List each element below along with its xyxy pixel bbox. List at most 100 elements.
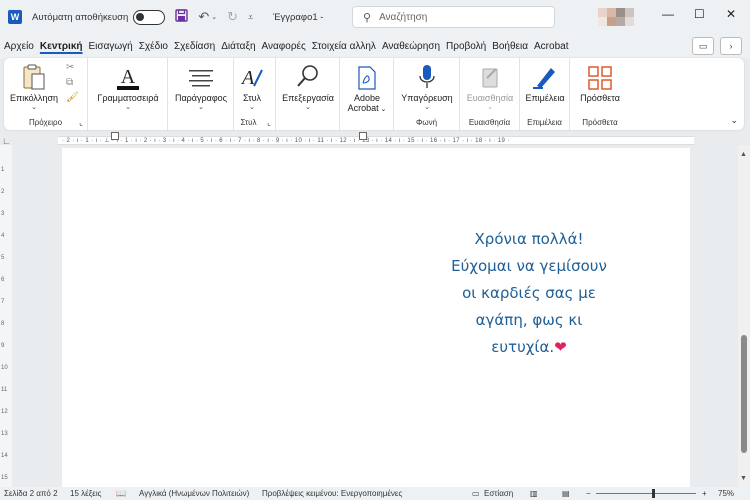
print-layout-icon[interactable]: ▤	[562, 489, 570, 498]
chevron-down-icon: ⌄	[424, 104, 430, 111]
styles-icon: A	[234, 62, 270, 90]
save-icon[interactable]	[175, 9, 189, 25]
menu-draw[interactable]: Σχέδιο	[137, 41, 170, 52]
scroll-down-icon[interactable]: ▼	[740, 475, 747, 482]
vertical-scrollbar[interactable]: ▲ ▼	[738, 145, 750, 487]
group-sensitivity: Ευαισθησία ⌄ Ευαισθησία	[460, 58, 520, 130]
group-clipboard: Επικόλληση ⌄ ✂ ⧉ 🖌 Πρόχειρο ⌞	[4, 58, 88, 130]
sensitivity-icon	[460, 62, 520, 90]
menu-help[interactable]: Βοήθεια	[490, 41, 530, 52]
menu-references[interactable]: Αναφορές	[260, 41, 308, 52]
menu-insert[interactable]: Εισαγωγή	[87, 41, 135, 52]
menu-file[interactable]: Αρχείο	[2, 41, 36, 52]
zoom-level[interactable]: 75%	[718, 489, 734, 498]
paragraph-button[interactable]: Παράγραφος ⌄	[168, 62, 234, 112]
word-logo-icon: W	[8, 10, 22, 24]
text-predictions-status[interactable]: Προβλέψεις κειμένου: Ενεργοποιημένες	[262, 489, 402, 498]
magnifier-icon	[276, 62, 340, 90]
minimize-icon[interactable]: —	[662, 7, 674, 21]
chevron-down-icon: ⌄	[249, 104, 255, 111]
font-button[interactable]: A Γραμματοσειρά ⌄	[88, 62, 168, 112]
paste-icon	[10, 62, 58, 90]
editing-button[interactable]: Επεξεργασία ⌄	[276, 62, 340, 112]
focus-icon[interactable]: ▭	[472, 489, 480, 498]
adobe-acrobat-button[interactable]: Adobe Acrobat ⌄	[340, 62, 394, 113]
chevron-right-icon: ›	[729, 41, 733, 51]
page-count[interactable]: Σελίδα 2 από 2	[4, 489, 58, 498]
menu-mailings[interactable]: Στοιχεία αλληλ	[310, 41, 378, 52]
word-count[interactable]: 15 λέξεις	[70, 489, 101, 498]
sensitivity-button[interactable]: Ευαισθησία ⌄	[460, 62, 520, 112]
scrollbar-thumb[interactable]	[741, 335, 747, 453]
menu-home[interactable]: Κεντρική	[38, 41, 85, 52]
chevron-down-icon: ⌄	[125, 104, 131, 111]
search-icon: ⚲	[363, 11, 372, 24]
autosave-toggle[interactable]	[133, 9, 166, 25]
proofing-icon[interactable]: 📖	[116, 489, 126, 498]
menu-acrobat[interactable]: Acrobat	[532, 41, 570, 52]
redo-icon[interactable]: ↻	[227, 9, 238, 25]
chevron-down-icon: ⌄	[31, 104, 37, 111]
status-bar: Σελίδα 2 από 2 15 λέξεις 📖 Αγγλικά (Ηνωμ…	[0, 487, 750, 500]
chevron-down-icon: ⌄	[198, 104, 204, 111]
read-mode-icon[interactable]: ▥	[530, 489, 538, 498]
ribbon-options-button[interactable]: ›	[720, 37, 742, 55]
account-avatar[interactable]	[598, 8, 634, 26]
svg-text:A: A	[121, 66, 136, 88]
greeting-text[interactable]: Χρόνια πολλά! Εύχομαι να γεμίσουν οι καρ…	[426, 226, 632, 361]
zoom-slider-thumb[interactable]	[652, 489, 655, 498]
editor-button[interactable]: Επιμέλεια	[520, 62, 570, 103]
svg-text:A: A	[240, 67, 255, 89]
microphone-icon	[394, 62, 460, 90]
menu-design[interactable]: Σχεδίαση	[172, 41, 217, 52]
language-status[interactable]: Αγγλικά (Ηνωμένων Πολιτειών)	[139, 489, 249, 498]
styles-button[interactable]: A Στυλ ⌄	[234, 62, 270, 112]
zoom-out-icon[interactable]: −	[586, 489, 591, 498]
ribbon: Επικόλληση ⌄ ✂ ⧉ 🖌 Πρόχειρο ⌞ A Γραμματο…	[4, 58, 744, 130]
maximize-icon[interactable]: ☐	[694, 7, 705, 21]
group-acrobat: Adobe Acrobat ⌄	[340, 58, 394, 130]
ruler-scale: · 2 · ı · 1 · ı · ⊥ · ı · 1 · ı · 2 · ı …	[62, 138, 510, 144]
search-input[interactable]	[379, 11, 540, 23]
title-bar: W Αυτόματη αποθήκευση ↶ ⌄ ↻ ⩡ Έγγραφο1 -…	[0, 0, 750, 34]
horizontal-ruler[interactable]: · 2 · ı · 1 · ı · ⊥ · ı · 1 · ı · 2 · ı …	[58, 136, 694, 145]
menu-view[interactable]: Προβολή	[444, 41, 488, 52]
cut-icon[interactable]: ✂	[66, 62, 79, 73]
right-indent-marker[interactable]	[359, 132, 367, 140]
format-painter-icon[interactable]: 🖌	[66, 92, 79, 103]
group-label-sensitivity: Ευαισθησία	[468, 118, 511, 127]
menu-layout[interactable]: Διάταξη	[219, 41, 257, 52]
customize-quick-access-icon[interactable]: ⩡	[248, 12, 253, 23]
addins-button[interactable]: Πρόσθετα	[570, 62, 630, 103]
group-label-voice: Φωνή	[415, 118, 438, 127]
chevron-down-icon: ⌄	[487, 104, 493, 111]
editor-pen-icon	[520, 62, 570, 90]
paste-button[interactable]: Επικόλληση ⌄	[10, 62, 58, 112]
group-font: A Γραμματοσειρά ⌄	[88, 58, 168, 130]
menu-review[interactable]: Αναθεώρηση	[380, 41, 442, 52]
addins-grid-icon	[570, 62, 630, 90]
comments-button[interactable]: ▭	[692, 37, 714, 55]
close-icon[interactable]: ✕	[726, 7, 736, 21]
document-title: Έγγραφο1 -	[273, 11, 324, 23]
search-box[interactable]: ⚲	[352, 6, 555, 28]
styles-launcher-icon[interactable]: ⌞	[267, 118, 271, 127]
dictate-button[interactable]: Υπαγόρευση ⌄	[394, 62, 460, 112]
clipboard-launcher-icon[interactable]: ⌞	[79, 118, 83, 127]
acrobat-icon	[340, 62, 394, 90]
collapse-ribbon-icon[interactable]: ⌄	[730, 115, 738, 126]
zoom-slider[interactable]	[596, 493, 696, 494]
zoom-in-icon[interactable]: +	[702, 489, 707, 498]
left-indent-marker[interactable]	[111, 132, 119, 140]
scroll-up-icon[interactable]: ▲	[740, 151, 747, 158]
undo-dropdown-icon[interactable]: ⌄	[211, 13, 217, 21]
group-editing: Επεξεργασία ⌄	[276, 58, 340, 130]
text-line: Εύχομαι να γεμίσουν	[451, 257, 607, 275]
vertical-ruler: 1 2 3 4 5 6 7 8 9 10 11 12 13 14 15	[0, 145, 12, 487]
copy-icon[interactable]: ⧉	[66, 77, 79, 88]
group-label-styles: Στυλ	[240, 118, 257, 127]
focus-button[interactable]: Εστίαση	[484, 489, 513, 498]
text-line: οι καρδιές σας με	[462, 284, 596, 302]
undo-icon[interactable]: ↶	[198, 9, 209, 25]
autosave-label: Αυτόματη αποθήκευση	[32, 11, 129, 23]
